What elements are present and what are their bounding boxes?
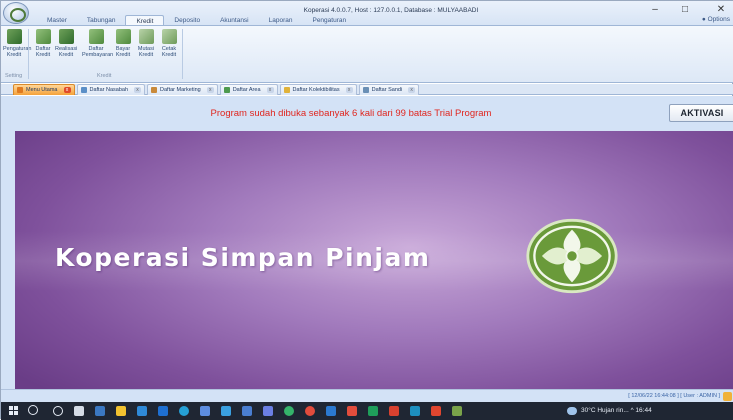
credit-realization-icon xyxy=(58,29,74,44)
tab-close-icon[interactable]: x xyxy=(345,87,353,93)
tab-label: Menu Utama xyxy=(26,87,58,93)
splash-title: Koperasi Simpan Pinjam xyxy=(55,243,431,272)
tab-close-icon[interactable]: x xyxy=(408,87,416,93)
taskbar-app-icon[interactable] xyxy=(410,406,420,416)
cooperative-logo-icon xyxy=(526,218,618,294)
whatsapp-icon[interactable] xyxy=(284,406,294,416)
collectibility-icon xyxy=(283,87,290,93)
cetak-kredit-button[interactable]: Cetak Kredit xyxy=(158,29,180,58)
daftar-pembayaran-button[interactable]: Daftar Pembayaran xyxy=(82,29,114,58)
taskbar-app-icon[interactable] xyxy=(263,406,273,416)
tab-close-icon[interactable]: x xyxy=(206,87,214,93)
customer-icon xyxy=(80,87,87,93)
bayar-kredit-button[interactable]: Bayar Kredit xyxy=(112,29,134,58)
pengaturan-kredit-button[interactable]: Pengaturan Kredit xyxy=(3,29,31,58)
taskbar-app-icon[interactable] xyxy=(200,406,210,416)
group-divider xyxy=(182,29,183,79)
taskbar-app-icon[interactable] xyxy=(431,406,441,416)
tab-close-icon[interactable]: x xyxy=(134,87,142,93)
button-label: Kredit xyxy=(115,52,131,58)
tab-label: Daftar Marketing xyxy=(160,87,201,93)
status-bar: [ 12/06/22 16:44:08 ] [ User : ADMIN ] xyxy=(1,389,733,402)
taskbar-app-icon[interactable] xyxy=(389,406,399,416)
taskbar-app-icon[interactable] xyxy=(221,406,231,416)
doc-tab-daftar-area[interactable]: Daftar Area x xyxy=(219,84,278,95)
daftar-kredit-button[interactable]: Daftar Kredit xyxy=(32,29,54,58)
file-explorer-icon[interactable] xyxy=(116,406,126,416)
button-label: Pembayaran xyxy=(82,52,114,58)
windows-start-icon[interactable] xyxy=(9,406,19,416)
button-label: Kredit xyxy=(138,52,154,58)
trial-banner: Program sudah dibuka sebanyak 6 kali dar… xyxy=(1,96,733,131)
marketing-icon xyxy=(151,87,158,93)
options-menu[interactable]: ● Options xyxy=(702,16,730,23)
aktivasi-button[interactable]: AKTIVASI xyxy=(669,104,733,122)
taskbar-app-icon[interactable] xyxy=(347,406,357,416)
doc-tab-daftar-kolektibilitas[interactable]: Daftar Kolektibilitas x xyxy=(279,84,357,95)
status-help-icon[interactable] xyxy=(723,392,732,401)
credit-list-icon xyxy=(35,29,51,44)
cortana-icon[interactable] xyxy=(53,406,63,416)
weather-icon[interactable] xyxy=(567,407,577,415)
search-icon[interactable] xyxy=(28,405,38,415)
taskbar-app-icon[interactable] xyxy=(305,406,315,416)
button-label: Kredit xyxy=(6,52,22,58)
payment-list-icon xyxy=(88,29,104,44)
tab-label: Daftar Nasabah xyxy=(89,87,129,93)
taskbar-app-icon[interactable] xyxy=(95,406,105,416)
taskbar-app-icon[interactable] xyxy=(242,406,252,416)
mutasi-kredit-button[interactable]: Mutasi Kredit xyxy=(135,29,157,58)
settings-credit-icon xyxy=(6,29,22,44)
button-label: Kredit xyxy=(58,52,74,58)
button-label: Kredit xyxy=(161,52,177,58)
window-title: Koperasi 4.0.0.7, Host : 127.0.0.1, Data… xyxy=(303,7,479,14)
doc-tab-daftar-nasabah[interactable]: Daftar Nasabah x xyxy=(76,84,146,95)
ribbon-panel: Pengaturan Kredit Daftar Kredit Realisas… xyxy=(1,25,733,83)
pay-credit-icon xyxy=(115,29,131,44)
windows-taskbar: 30°C Hujan rin... ^ 16:44 xyxy=(1,402,733,420)
taskbar-app-icon[interactable] xyxy=(137,406,147,416)
app-window: Koperasi 4.0.0.7, Host : 127.0.0.1, Data… xyxy=(0,0,733,420)
tab-close-icon[interactable]: x xyxy=(266,87,274,93)
options-label: Options xyxy=(707,16,730,23)
minimize-button[interactable]: – xyxy=(648,4,662,16)
button-label: Kredit xyxy=(35,52,51,58)
group-divider xyxy=(28,29,29,79)
trial-message: Program sudah dibuka sebanyak 6 kali dar… xyxy=(210,108,492,119)
close-button[interactable]: ✕ xyxy=(714,4,728,16)
tab-label: Daftar Area xyxy=(232,87,261,93)
taskbar-app-icon[interactable] xyxy=(158,406,168,416)
doc-tab-menu-utama[interactable]: Menu Utama x xyxy=(13,84,75,95)
browser-icon[interactable] xyxy=(179,406,189,416)
maximize-button[interactable]: □ xyxy=(678,4,692,16)
tab-close-icon[interactable]: x xyxy=(63,87,71,93)
taskbar-app-icon[interactable] xyxy=(326,406,336,416)
left-rail xyxy=(1,131,15,389)
home-icon xyxy=(17,87,23,93)
system-tray[interactable]: 30°C Hujan rin... ^ 16:44 xyxy=(581,407,652,414)
splash-panel: Koperasi Simpan Pinjam xyxy=(15,131,733,389)
tab-label: Daftar Sandi xyxy=(371,87,403,93)
ribbon-group-label-kredit: Kredit xyxy=(97,73,112,79)
realisasi-kredit-button[interactable]: Realisasi Kredit xyxy=(55,29,77,58)
print-credit-icon xyxy=(161,29,177,44)
excel-icon[interactable] xyxy=(368,406,378,416)
app-menu-orb-icon[interactable] xyxy=(3,2,29,24)
doc-tab-daftar-marketing[interactable]: Daftar Marketing x xyxy=(147,84,218,95)
task-view-icon[interactable] xyxy=(74,406,84,416)
document-tab-strip: Menu Utama x Daftar Nasabah x Daftar Mar… xyxy=(1,84,733,95)
code-icon xyxy=(362,87,369,93)
credit-mutation-icon xyxy=(138,29,154,44)
area-icon xyxy=(223,87,230,93)
title-bar: Koperasi 4.0.0.7, Host : 127.0.0.1, Data… xyxy=(1,1,733,26)
tab-label: Daftar Kolektibilitas xyxy=(292,87,340,93)
status-datetime-user: [ 12/06/22 16:44:08 ] [ User : ADMIN ] xyxy=(628,393,720,399)
koperasi-app-icon[interactable] xyxy=(452,406,462,416)
ribbon-group-label-setting: Setting xyxy=(5,73,23,79)
doc-tab-daftar-sandi[interactable]: Daftar Sandi x xyxy=(358,84,420,95)
